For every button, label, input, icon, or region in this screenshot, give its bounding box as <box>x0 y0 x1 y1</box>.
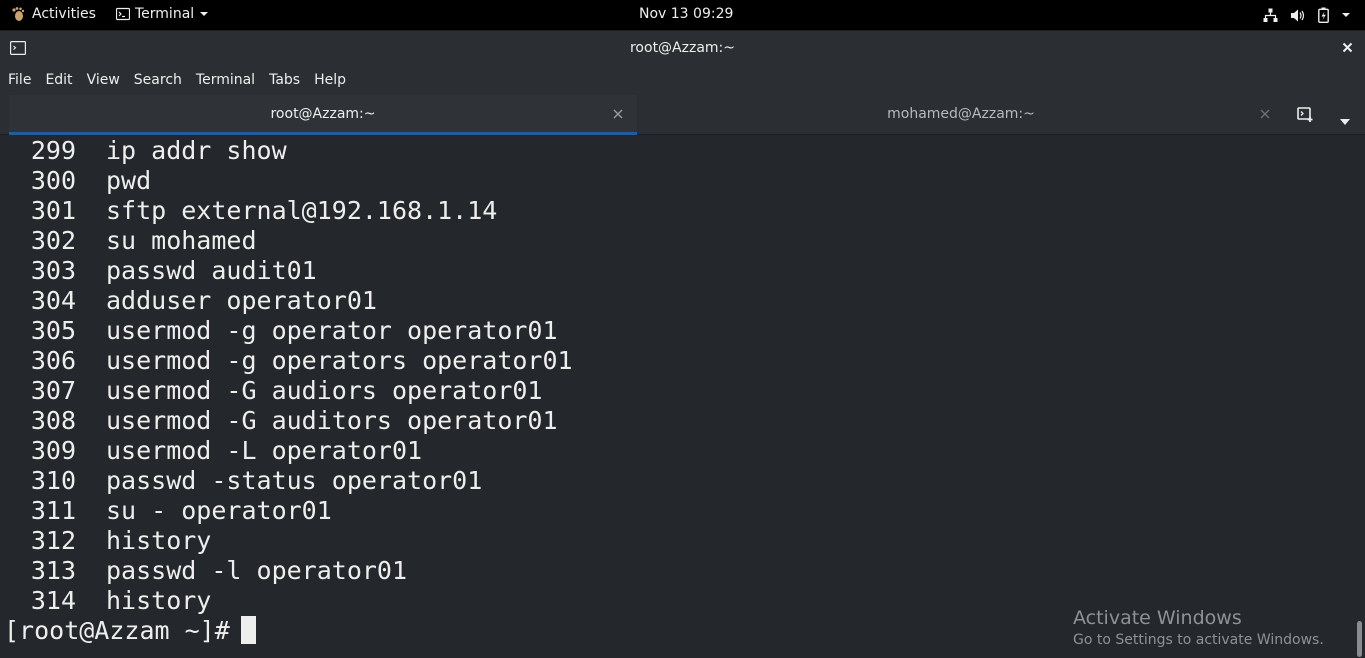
history-number: 300 <box>30 166 76 195</box>
history-command: usermod -G auditors operator01 <box>106 406 558 435</box>
menu-help[interactable]: Help <box>314 72 346 88</box>
watermark-title: Activate Windows <box>1073 607 1242 629</box>
history-line: 311 su - operator01 <box>4 496 573 526</box>
prompt-line[interactable]: [root@Azzam ~]# <box>4 616 256 646</box>
network-icon <box>1263 8 1278 23</box>
history-command: ip addr show <box>106 136 287 165</box>
history-number: 301 <box>30 196 76 225</box>
history-line: 302 su mohamed <box>4 226 573 256</box>
terminal-scrollbar[interactable] <box>1357 621 1362 657</box>
history-number: 299 <box>30 136 76 165</box>
history-command: sftp external@192.168.1.14 <box>106 196 498 225</box>
terminal-view[interactable]: 299 ip addr show 300 pwd 301 sftp external@19… <box>0 135 1365 658</box>
history-line: 299 ip addr show <box>4 136 573 166</box>
activate-windows-watermark: Activate Windows Go to Settings to activ… <box>1073 607 1324 648</box>
history-line: 301 sftp external@192.168.1.14 <box>4 196 573 226</box>
menu-view[interactable]: View <box>87 72 120 88</box>
shell-prompt: [root@Azzam ~]# <box>4 616 230 645</box>
menu-terminal[interactable]: Terminal <box>196 72 255 88</box>
window-title: root@Azzam:~ <box>629 40 735 56</box>
history-line: 307 usermod -G audiors operator01 <box>4 376 573 406</box>
window-close-button[interactable] <box>1342 39 1353 57</box>
battery-icon <box>1318 7 1329 23</box>
history-number: 309 <box>30 436 76 465</box>
app-menu[interactable]: Terminal <box>116 6 209 22</box>
gnome-foot-icon <box>10 6 26 22</box>
new-tab-icon <box>1297 107 1313 122</box>
history-line: 313 passwd -l operator01 <box>4 556 573 586</box>
history-number: 308 <box>30 406 76 435</box>
clock[interactable]: Nov 13 09:29 <box>639 6 733 22</box>
close-icon <box>613 109 623 119</box>
chevron-down-icon <box>1340 119 1350 125</box>
volume-icon <box>1290 8 1306 23</box>
new-tab-button[interactable] <box>1297 107 1314 127</box>
history-number: 303 <box>30 256 76 285</box>
history-command: history <box>106 526 212 555</box>
history-command: history <box>106 586 212 615</box>
history-number: 311 <box>30 496 76 525</box>
history-line: 312 history <box>4 526 573 556</box>
history-number: 312 <box>30 526 76 555</box>
close-icon <box>1260 109 1270 119</box>
history-line: 308 usermod -G auditors operator01 <box>4 406 573 436</box>
text-cursor <box>240 616 256 644</box>
tab-close-button[interactable] <box>1260 105 1270 123</box>
activities-button[interactable]: Activities <box>10 6 96 22</box>
history-number: 313 <box>30 556 76 585</box>
app-menu-label: Terminal <box>135 6 195 22</box>
history-command: passwd -status operator01 <box>106 466 483 495</box>
history-number: 306 <box>30 346 76 375</box>
history-command: passwd audit01 <box>106 256 317 285</box>
watermark-subtitle: Go to Settings to activate Windows. <box>1073 632 1324 648</box>
history-command: su mohamed <box>106 226 257 255</box>
history-output: 299 ip addr show 300 pwd 301 sftp external@19… <box>4 136 573 616</box>
history-number: 305 <box>30 316 76 345</box>
history-line: 314 history <box>4 586 573 616</box>
menu-tabs[interactable]: Tabs <box>269 72 300 88</box>
tab-mohamed[interactable]: mohamed@Azzam:~ <box>638 95 1284 135</box>
history-number: 314 <box>30 586 76 615</box>
close-icon <box>1342 42 1353 53</box>
tab-bar: root@Azzam:~ mohamed@Azzam:~ <box>0 95 1365 135</box>
history-command: adduser operator01 <box>106 286 377 315</box>
history-number: 307 <box>30 376 76 405</box>
history-number: 302 <box>30 226 76 255</box>
history-number: 304 <box>30 286 76 315</box>
history-number: 310 <box>30 466 76 495</box>
history-command: su - operator01 <box>106 496 332 525</box>
system-tray[interactable] <box>1263 7 1351 23</box>
window-header-bar: root@Azzam:~ <box>0 30 1365 64</box>
tab-label: root@Azzam:~ <box>270 106 376 122</box>
history-command: pwd <box>106 166 152 195</box>
history-command: usermod -g operator operator01 <box>106 316 558 345</box>
menu-file[interactable]: File <box>8 72 31 88</box>
history-command: passwd -l operator01 <box>106 556 408 585</box>
activities-label: Activities <box>32 6 96 22</box>
history-line: 310 passwd -status operator01 <box>4 466 573 496</box>
history-command: usermod -G audiors operator01 <box>106 376 543 405</box>
history-line: 309 usermod -L operator01 <box>4 436 573 466</box>
chevron-down-icon <box>1341 11 1351 19</box>
history-line: 306 usermod -g operators operator01 <box>4 346 573 376</box>
history-line: 300 pwd <box>4 166 573 196</box>
tab-close-button[interactable] <box>613 105 623 123</box>
history-command: usermod -L operator01 <box>106 436 423 465</box>
tab-label: mohamed@Azzam:~ <box>887 106 1035 122</box>
menu-search[interactable]: Search <box>134 72 182 88</box>
history-line: 304 adduser operator01 <box>4 286 573 316</box>
history-command: usermod -g operators operator01 <box>106 346 573 375</box>
chevron-down-icon <box>199 10 209 18</box>
history-line: 303 passwd audit01 <box>4 256 573 286</box>
menu-bar: File Edit View Search Terminal Tabs Help <box>0 64 1365 95</box>
terminal-app-icon <box>116 7 130 21</box>
menu-edit[interactable]: Edit <box>45 72 72 88</box>
gnome-top-bar: Activities Terminal Nov 13 09:29 <box>0 0 1365 30</box>
tab-root[interactable]: root@Azzam:~ <box>9 95 637 135</box>
history-line: 305 usermod -g operator operator01 <box>4 316 573 346</box>
tab-menu-button[interactable] <box>1339 111 1351 130</box>
